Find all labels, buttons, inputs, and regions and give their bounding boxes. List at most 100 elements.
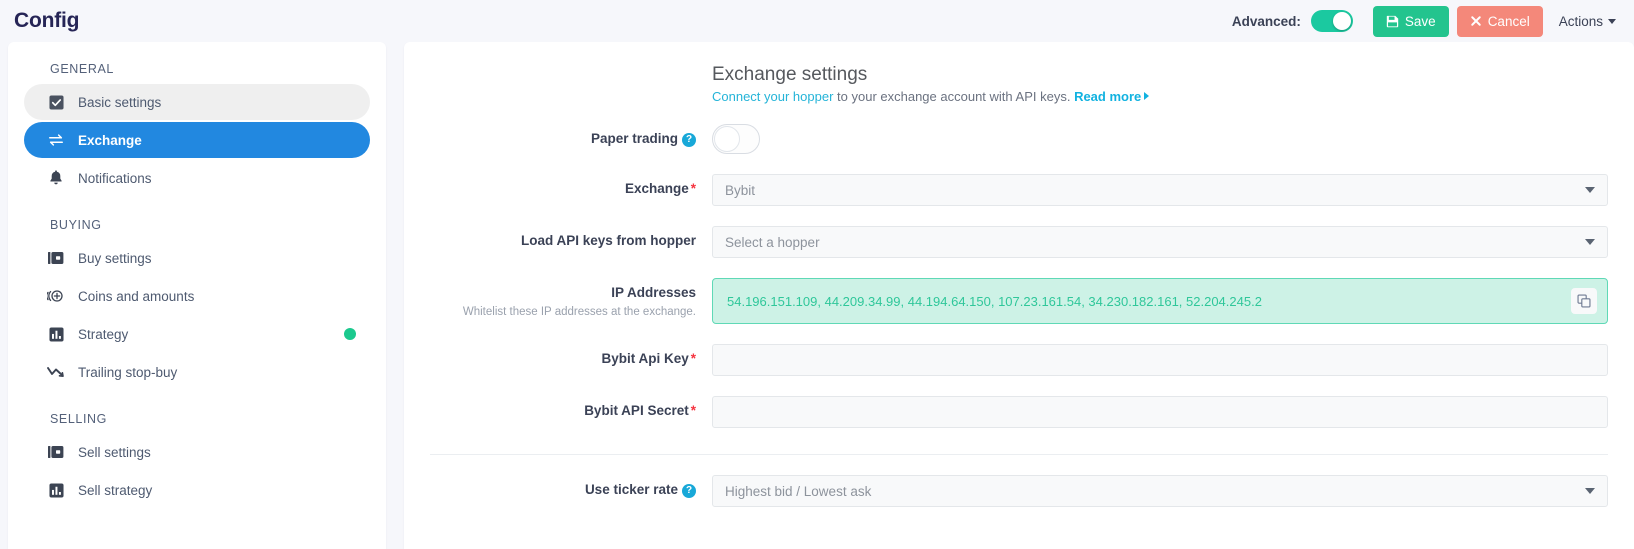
- section-divider: [430, 454, 1608, 455]
- sidebar-item-trailing-stop-buy[interactable]: Trailing stop-buy: [24, 354, 370, 390]
- advanced-label: Advanced:: [1231, 13, 1301, 29]
- exchange-select[interactable]: Bybit: [712, 174, 1608, 206]
- bar-chart-icon: [46, 326, 66, 342]
- api-secret-label: Bybit API Secret *: [430, 396, 712, 420]
- sidebar-item-label: Exchange: [78, 132, 142, 148]
- api-key-label-text: Bybit Api Key: [601, 351, 689, 366]
- sidebar: GENERAL Basic settings Exchange Notifica…: [8, 42, 386, 549]
- exchange-label: Exchange *: [430, 174, 712, 198]
- paper-trading-toggle[interactable]: [712, 124, 760, 154]
- load-api-keys-field: Select a hopper: [712, 226, 1608, 258]
- help-icon[interactable]: ?: [682, 484, 696, 499]
- load-api-keys-label-text: Load API keys from hopper: [520, 233, 696, 248]
- sidebar-item-label: Trailing stop-buy: [78, 364, 178, 380]
- required-marker: *: [690, 351, 696, 366]
- sidebar-item-sell-strategy[interactable]: Sell strategy: [24, 472, 370, 508]
- status-badge: [344, 328, 356, 340]
- ip-addresses-field: 54.196.151.109, 44.209.34.99, 44.194.64.…: [712, 278, 1608, 324]
- api-secret-field: [712, 396, 1608, 428]
- form-row-ticker-rate: Use ticker rate? Highest bid / Lowest as…: [430, 475, 1608, 507]
- ip-addresses-label: IP Addresses Whitelist these IP addresse…: [430, 278, 712, 319]
- sidebar-item-label: Sell settings: [78, 444, 151, 460]
- paper-trading-label: Paper trading?: [430, 124, 712, 148]
- ip-addresses-box: 54.196.151.109, 44.209.34.99, 44.194.64.…: [712, 278, 1608, 324]
- api-key-field: [712, 344, 1608, 376]
- form-row-load-api-keys: Load API keys from hopper Select a hoppe…: [430, 226, 1608, 258]
- trend-down-icon: [46, 366, 66, 378]
- api-key-label: Bybit Api Key *: [430, 344, 712, 368]
- hopper-select[interactable]: Select a hopper: [712, 226, 1608, 258]
- panel-subtitle-text: to your exchange account with API keys.: [833, 89, 1075, 104]
- connect-hopper-link[interactable]: Connect your hopper: [712, 89, 833, 104]
- main-panel: Exchange settings Connect your hopper to…: [404, 42, 1634, 549]
- read-more-link[interactable]: Read more: [1074, 89, 1141, 104]
- ticker-rate-select-value: Highest bid / Lowest ask: [725, 483, 872, 499]
- cancel-button[interactable]: Cancel: [1456, 5, 1543, 37]
- wallet-icon: [46, 445, 66, 459]
- exchange-arrows-icon: [46, 133, 66, 147]
- checkbox-checked-icon: [46, 94, 66, 110]
- paper-trading-label-text: Paper trading: [590, 131, 678, 146]
- page-title: Config: [14, 9, 80, 32]
- actions-label: Actions: [1558, 13, 1603, 29]
- chevron-down-icon: [1585, 239, 1595, 245]
- top-bar-actions: Advanced: Save Cancel Actions: [1231, 5, 1616, 37]
- sidebar-item-exchange[interactable]: Exchange: [24, 122, 370, 158]
- help-icon[interactable]: ?: [682, 133, 696, 148]
- cancel-button-label: Cancel: [1487, 13, 1530, 29]
- sidebar-item-buy-settings[interactable]: Buy settings: [24, 240, 370, 276]
- sidebar-item-label: Strategy: [78, 326, 129, 342]
- save-button[interactable]: Save: [1372, 5, 1449, 37]
- sidebar-group-title: SELLING: [50, 412, 108, 426]
- sidebar-item-label: Buy settings: [78, 250, 152, 266]
- form-row-exchange: Exchange * Bybit: [430, 174, 1608, 206]
- ticker-rate-label: Use ticker rate?: [430, 475, 712, 499]
- sidebar-item-notifications[interactable]: Notifications: [24, 160, 370, 196]
- copy-icon[interactable]: [1571, 288, 1597, 314]
- api-secret-label-text: Bybit API Secret: [584, 403, 689, 418]
- form-row-api-secret: Bybit API Secret *: [430, 396, 1608, 428]
- form-row-ip-addresses: IP Addresses Whitelist these IP addresse…: [430, 278, 1608, 324]
- chevron-down-icon: [1585, 488, 1595, 494]
- ticker-rate-field: Highest bid / Lowest ask: [712, 475, 1608, 507]
- ip-addresses-label-text: IP Addresses: [611, 285, 696, 300]
- top-bar: Config Advanced: Save Cancel Actions: [0, 0, 1634, 42]
- form-row-paper-trading: Paper trading?: [430, 124, 1608, 154]
- sidebar-item-sell-settings[interactable]: Sell settings: [24, 434, 370, 470]
- close-icon: [1470, 15, 1482, 27]
- advanced-toggle[interactable]: [1310, 10, 1353, 32]
- advanced-toggle-knob: [1332, 12, 1351, 30]
- exchange-select-value: Bybit: [725, 182, 756, 198]
- actions-dropdown[interactable]: Actions: [1559, 14, 1616, 29]
- sidebar-group-title: BUYING: [50, 218, 102, 232]
- chevron-right-icon: [1144, 92, 1150, 100]
- bar-chart-icon: [46, 482, 66, 498]
- required-marker: *: [690, 181, 696, 196]
- chevron-down-icon: [1608, 18, 1616, 24]
- hopper-select-value: Select a hopper: [725, 234, 820, 250]
- sidebar-item-label: Sell strategy: [78, 482, 153, 498]
- sidebar-item-label: Notifications: [78, 170, 152, 186]
- load-api-keys-label: Load API keys from hopper: [430, 226, 712, 250]
- ip-addresses-value: 54.196.151.109, 44.209.34.99, 44.194.64.…: [727, 293, 1262, 309]
- sidebar-item-label: Coins and amounts: [78, 288, 195, 304]
- exchange-label-text: Exchange: [624, 181, 689, 196]
- save-button-label: Save: [1404, 13, 1436, 29]
- form-row-api-key: Bybit Api Key *: [430, 344, 1608, 376]
- paper-trading-field: [712, 124, 1608, 154]
- sidebar-item-label: Basic settings: [78, 94, 162, 110]
- sidebar-group-general: GENERAL Basic settings Exchange Notifica…: [24, 62, 370, 196]
- panel-title: Exchange settings: [712, 64, 868, 85]
- api-secret-input[interactable]: [712, 396, 1608, 428]
- sidebar-item-coins-and-amounts[interactable]: Coins and amounts: [24, 278, 370, 314]
- ticker-rate-select[interactable]: Highest bid / Lowest ask: [712, 475, 1608, 507]
- sidebar-item-strategy[interactable]: Strategy: [24, 316, 370, 352]
- page-body: GENERAL Basic settings Exchange Notifica…: [0, 42, 1634, 549]
- floppy-disk-icon: [1386, 15, 1399, 28]
- required-marker: *: [690, 403, 696, 418]
- sidebar-group-title: GENERAL: [50, 62, 114, 76]
- chevron-down-icon: [1585, 187, 1595, 193]
- sidebar-item-basic-settings[interactable]: Basic settings: [24, 84, 370, 120]
- wallet-icon: [46, 251, 66, 265]
- api-key-input[interactable]: [712, 344, 1608, 376]
